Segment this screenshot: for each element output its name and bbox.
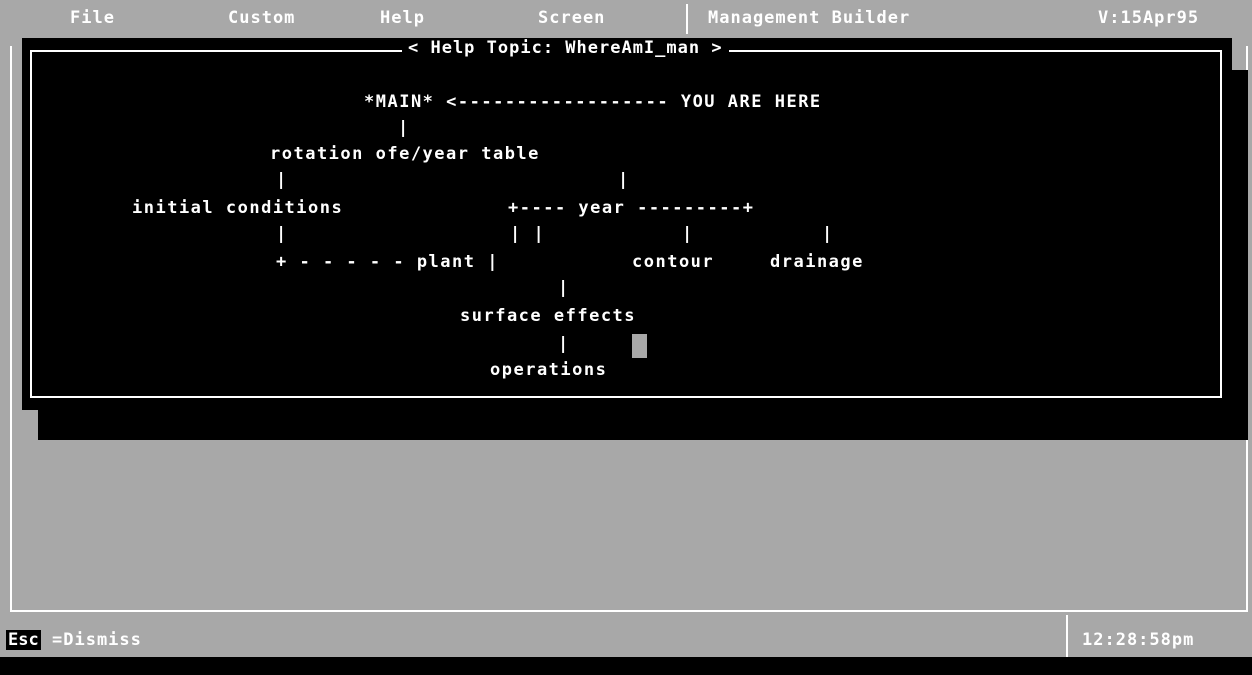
help-window: < Help Topic: WhereAmI_man > *MAIN* <---… [22, 38, 1232, 410]
clock: 12:28:58pm [1082, 630, 1195, 650]
version-label: V:15Apr95 [1098, 8, 1200, 28]
status-bar: Esc =Dismiss 12:28:58pm [0, 615, 1252, 657]
status-separator [1066, 615, 1068, 657]
menu-file[interactable]: File [70, 8, 115, 28]
connector: | [276, 170, 288, 190]
dismiss-label: =Dismiss [52, 630, 142, 650]
bottom-strip [0, 657, 1252, 675]
esc-key-hint[interactable]: Esc [6, 630, 41, 650]
connector: | [558, 278, 570, 298]
text-cursor [632, 334, 647, 358]
connector: | [618, 170, 630, 190]
node-contour: contour [632, 252, 715, 272]
connector: | [558, 334, 570, 354]
menu-screen[interactable]: Screen [538, 8, 605, 28]
node-surface-effects: surface effects [460, 306, 637, 326]
connector: | [276, 224, 288, 244]
menu-custom[interactable]: Custom [228, 8, 295, 28]
module-title: Management Builder [708, 8, 911, 28]
connector: | | [510, 224, 546, 244]
node-rotation-table: rotation ofe/year table [270, 144, 540, 164]
node-operations: operations [490, 360, 608, 380]
help-diagram: *MAIN* <------------------ YOU ARE HERE … [22, 38, 1232, 410]
connector: | [682, 224, 694, 244]
node-year: +---- year ---------+ [508, 198, 755, 218]
menu-bar: File Custom Help Screen Management Build… [0, 0, 1252, 34]
connector: | [822, 224, 834, 244]
menu-help[interactable]: Help [380, 8, 425, 28]
connector: | [398, 118, 410, 138]
node-main: *MAIN* <------------------ YOU ARE HERE [364, 92, 822, 112]
node-drainage: drainage [770, 252, 864, 272]
node-initial-conditions: initial conditions [132, 198, 344, 218]
node-plant: + - - - - - plant | [276, 252, 499, 272]
menu-separator [686, 4, 688, 34]
